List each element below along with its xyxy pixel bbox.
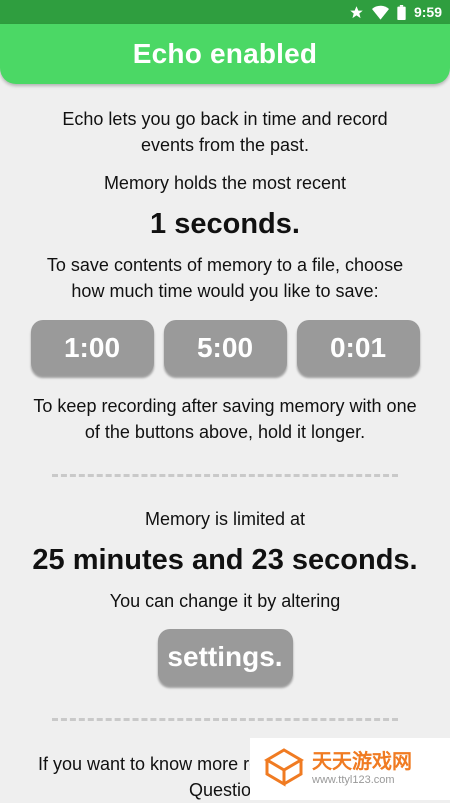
watermark-title: 天天游戏网 [312, 751, 412, 773]
watermark: 天天游戏网 www.ttyl123.com [250, 738, 450, 800]
intro-text: Echo lets you go back in time and record… [62, 109, 388, 155]
hold-hint: To keep recording after saving memory wi… [33, 396, 417, 442]
save-1min-button[interactable]: 1:00 [30, 320, 154, 375]
page-title: Echo enabled [132, 38, 318, 69]
save-5min-button[interactable]: 5:00 [163, 320, 287, 375]
star-icon [349, 5, 364, 20]
watermark-logo-icon [264, 747, 304, 792]
limit-value: 25 minutes and 23 seconds. [32, 544, 418, 576]
save-button-row: 1:00 5:00 0:01 [0, 320, 450, 375]
main-content: Echo lets you go back in time and record… [0, 84, 450, 803]
watermark-url: www.ttyl123.com [312, 774, 395, 786]
battery-icon [397, 4, 406, 20]
save-prompt: To save contents of memory to a file, ch… [46, 255, 404, 301]
app-header: Echo enabled [0, 24, 450, 84]
settings-button[interactable]: settings. [157, 629, 293, 685]
status-time: 9:59 [413, 4, 442, 20]
status-bar: 9:59 [0, 0, 450, 24]
change-hint: You can change it by altering [109, 591, 341, 611]
memory-recent-value: 1 seconds. [150, 208, 300, 240]
wifi-icon [371, 5, 389, 20]
memory-recent-label: Memory holds the most recent [103, 173, 347, 193]
save-1sec-button[interactable]: 0:01 [296, 320, 420, 375]
limit-label: Memory is limited at [144, 509, 306, 529]
